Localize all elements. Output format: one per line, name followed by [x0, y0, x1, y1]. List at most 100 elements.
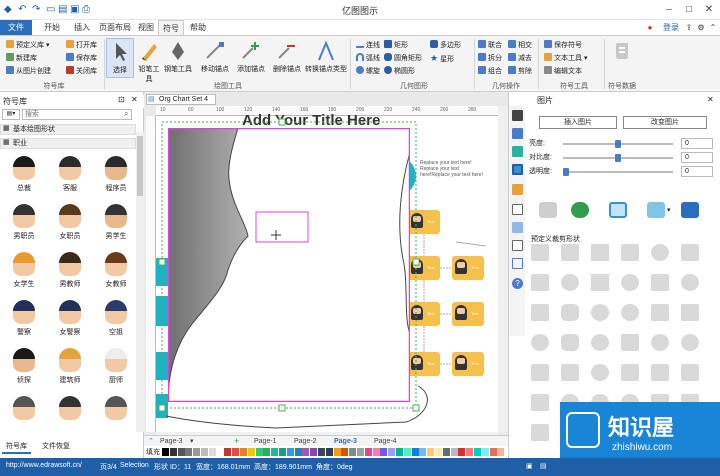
search-input[interactable]: [22, 109, 132, 120]
color-swatch[interactable]: [341, 448, 349, 456]
intersect-button[interactable]: 相交: [508, 40, 532, 51]
edit-text-button[interactable]: 编辑文本: [544, 66, 582, 77]
color-swatch[interactable]: [489, 448, 497, 456]
symbol-person[interactable]: [96, 394, 136, 436]
symbol-person[interactable]: 侦探: [4, 346, 44, 388]
change-image-button[interactable]: 改变图片: [623, 116, 707, 129]
collapse-ribbon-icon[interactable]: ⌃: [708, 20, 718, 35]
color-swatch[interactable]: [279, 448, 286, 456]
close-button[interactable]: ✕: [700, 2, 718, 17]
crop-shape[interactable]: [531, 304, 549, 321]
color-swatch[interactable]: [411, 448, 419, 456]
crop-shape[interactable]: [591, 364, 609, 381]
search-icon[interactable]: ⌕: [124, 109, 128, 119]
add-anchor-button[interactable]: 添加锚点: [234, 38, 268, 78]
color-swatch[interactable]: [240, 448, 247, 456]
crop-shape[interactable]: [591, 334, 609, 351]
symbol-person[interactable]: 男学生: [96, 202, 136, 244]
color-swatch[interactable]: [318, 448, 325, 456]
text-tool-button[interactable]: 文本工具 ▾: [544, 53, 587, 64]
move-anchor-button[interactable]: 移动锚点: [198, 38, 232, 78]
symbol-person[interactable]: 厨师: [96, 346, 136, 388]
document-tab[interactable]: Org Chart Set 4 ✕: [146, 94, 216, 113]
crop-shape[interactable]: [591, 274, 609, 291]
symbol-data-button[interactable]: [606, 38, 638, 78]
rounded-rect-shape-button[interactable]: 圆角矩形: [384, 53, 422, 64]
rectangle-shape-button[interactable]: 矩形: [384, 40, 408, 51]
pen-tool-button[interactable]: 钢笔工具: [164, 38, 192, 78]
crop-shape[interactable]: [621, 364, 639, 381]
symbol-person[interactable]: [50, 394, 90, 436]
color-swatch[interactable]: [286, 448, 294, 456]
crop-shape[interactable]: [651, 334, 669, 351]
tab-symbol-library[interactable]: 符号库: [2, 440, 31, 454]
color-swatch[interactable]: [403, 448, 411, 456]
help-icon[interactable]: ?: [512, 278, 523, 289]
effect-frame[interactable]: [609, 202, 627, 218]
delete-anchor-button[interactable]: 删除锚点: [270, 38, 304, 78]
color-swatch[interactable]: [263, 448, 271, 456]
comment-icon[interactable]: [512, 258, 523, 269]
color-swatch[interactable]: [208, 448, 216, 456]
symbol-person[interactable]: 女学生: [4, 250, 44, 292]
effect-dropdown-icon[interactable]: ▾: [667, 206, 671, 214]
convert-anchor-button[interactable]: 转换锚点类型: [304, 38, 348, 78]
settings-icon[interactable]: ⚙: [696, 20, 706, 35]
color-swatch[interactable]: [216, 448, 224, 456]
slider-knob[interactable]: [563, 168, 569, 176]
slider-knob[interactable]: [615, 154, 621, 162]
symbol-person[interactable]: 女教师: [96, 250, 136, 292]
polygon-shape-button[interactable]: 多边形: [430, 40, 461, 51]
canvas-vertical-scrollbar[interactable]: [498, 106, 508, 432]
star-shape-button[interactable]: ★ 星形: [430, 53, 454, 64]
color-swatch[interactable]: [247, 448, 255, 456]
spiral-shape-button[interactable]: 螺旋: [356, 66, 380, 77]
color-swatch[interactable]: [458, 448, 466, 456]
color-swatch[interactable]: [177, 448, 185, 456]
tab-symbol[interactable]: 符号: [158, 20, 184, 35]
symbol-person[interactable]: 空姐: [96, 298, 136, 340]
crop-shape[interactable]: [681, 364, 699, 381]
split-button[interactable]: 拆分: [478, 53, 502, 64]
fit-page-icon[interactable]: ▤: [540, 462, 547, 470]
slider-value[interactable]: 0: [681, 138, 713, 149]
crop-shape[interactable]: [531, 334, 549, 351]
close-panel-icon[interactable]: ✕: [707, 95, 714, 104]
crop-shape[interactable]: [621, 274, 639, 291]
fragment-button[interactable]: 剪除: [508, 66, 532, 77]
color-swatch[interactable]: [364, 448, 372, 456]
open-library-button[interactable]: 打开库: [66, 40, 97, 51]
symbol-person[interactable]: 警察: [4, 298, 44, 340]
color-swatch[interactable]: [466, 448, 474, 456]
fill-icon[interactable]: [512, 110, 523, 121]
attachment-icon[interactable]: [512, 222, 523, 233]
color-swatch[interactable]: [302, 448, 310, 456]
status-url[interactable]: http://www.edrawsoft.cn/: [6, 462, 82, 469]
slider-knob[interactable]: [615, 140, 621, 148]
union-button[interactable]: 联合: [478, 40, 502, 51]
crop-shape[interactable]: [681, 274, 699, 291]
user-icon[interactable]: ●: [640, 20, 660, 35]
color-swatch[interactable]: [224, 448, 232, 456]
share-icon[interactable]: ⇪: [684, 20, 694, 35]
crop-shape[interactable]: [561, 274, 579, 291]
effect-color[interactable]: [571, 202, 589, 218]
combine-button[interactable]: 组合: [478, 66, 502, 77]
crop-shape[interactable]: [531, 364, 549, 381]
crop-shape[interactable]: [681, 244, 699, 261]
crop-shape[interactable]: [531, 424, 549, 441]
symbol-person[interactable]: 男教师: [50, 250, 90, 292]
color-swatch[interactable]: [435, 448, 442, 456]
color-swatch[interactable]: [193, 448, 201, 456]
shadow-icon[interactable]: [512, 146, 523, 157]
line-style-icon[interactable]: [512, 128, 523, 139]
scroll-thumb[interactable]: [137, 136, 143, 196]
maximize-button[interactable]: □: [680, 2, 698, 17]
category-basic-shapes[interactable]: 基本绘图形状: [0, 124, 136, 135]
symbol-person[interactable]: 男职员: [4, 202, 44, 244]
tab-insert[interactable]: 插入: [68, 20, 96, 35]
crop-shape[interactable]: [651, 364, 669, 381]
insert-image-button[interactable]: 插入图片: [539, 116, 617, 129]
color-swatch[interactable]: [325, 448, 333, 456]
crop-shape[interactable]: [681, 334, 699, 351]
